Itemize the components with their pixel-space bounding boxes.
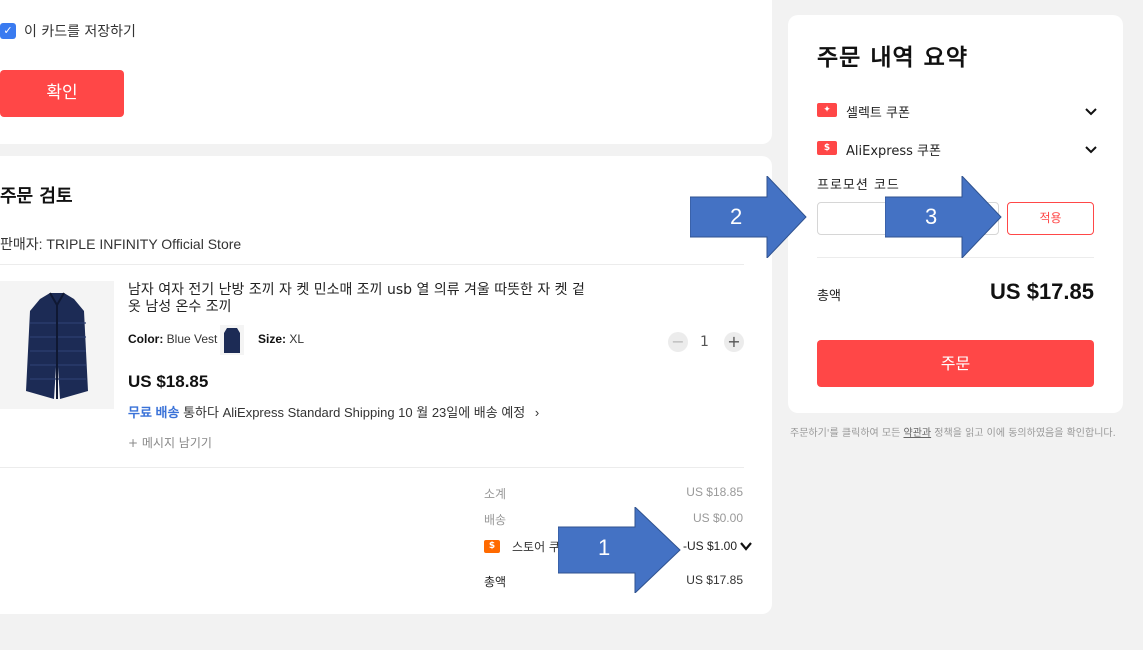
order-summary-title: 주문 내역 요약 [817, 45, 968, 71]
annotation-arrow-1 [558, 507, 681, 593]
store-coupon-icon: $ [484, 540, 500, 553]
terms-link[interactable]: 약관과 [904, 428, 932, 439]
subtotal-value: US $18.85 [686, 485, 743, 499]
select-coupon-icon: ✦ [817, 103, 837, 117]
product-price: US $18.85 [128, 372, 209, 391]
quantity-value: 1 [700, 334, 709, 350]
store-coupon-dropdown[interactable]: -US $1.00 [683, 539, 753, 553]
store-coupon-value: -US $1.00 [683, 539, 738, 553]
shipping-label: 배송 [484, 513, 507, 527]
review-total-value: US $17.85 [686, 573, 743, 587]
apply-promo-button[interactable]: 적용 [1007, 202, 1094, 235]
shipping-text: 통하다 AliExpress Standard Shipping 10 월 23… [183, 405, 526, 420]
chevron-down-icon[interactable] [1083, 142, 1099, 158]
review-total-label: 총액 [484, 575, 507, 589]
terms-prefix: 주문하기'를 클릭하여 모든 [790, 428, 904, 439]
quantity-decrease-button[interactable]: − [668, 332, 688, 352]
chevron-down-icon[interactable] [1083, 104, 1099, 120]
leave-message-link[interactable]: + 메시지 남기기 [128, 434, 212, 451]
seller-name[interactable]: 판매자: TRIPLE INFINITY Official Store [0, 234, 241, 254]
aliexpress-coupon-icon: $ [817, 141, 837, 155]
product-image[interactable] [0, 281, 114, 409]
store-coupon-label: 스토어 쿠 [512, 540, 560, 554]
annotation-label-1: 1 [598, 535, 611, 560]
product-color: Color: Blue Vest [128, 332, 217, 346]
annotation-arrow-2 [690, 176, 807, 258]
confirm-button[interactable]: 확인 [0, 70, 124, 117]
select-coupon-label[interactable]: 셀렉트 쿠폰 [846, 102, 910, 121]
color-value: Blue Vest [166, 332, 218, 346]
subtotal-label: 소계 [484, 487, 507, 501]
divider [0, 264, 744, 265]
order-review-title: 주문 검토 [0, 186, 73, 207]
aliexpress-coupon-label[interactable]: AliExpress 쿠폰 [846, 140, 941, 159]
place-order-button[interactable]: 주문 [817, 340, 1094, 387]
shipping-info[interactable]: 무료 배송 통하다 AliExpress Standard Shipping 1… [128, 402, 539, 421]
shipping-value: US $0.00 [692, 511, 743, 525]
size-value: XL [289, 332, 305, 346]
chevron-right-icon: › [534, 405, 540, 420]
annotation-label-3: 3 [925, 204, 938, 229]
color-thumbnail [220, 325, 244, 355]
terms-suffix: 정책을 읽고 이에 동의하였음을 확인합니다. [931, 428, 1116, 439]
product-title[interactable]: 남자 여자 전기 난방 조끼 자 켓 민소매 조끼 usb 열 의류 겨울 따뜻… [128, 282, 588, 316]
divider [0, 467, 744, 468]
summary-total-label: 총액 [817, 289, 841, 304]
free-shipping-label: 무료 배송 [128, 405, 180, 420]
color-label: Color: [128, 332, 164, 346]
save-card-label: 이 카드를 저장하기 [24, 24, 136, 40]
product-size: Size: XL [258, 332, 304, 346]
summary-total-value: US $17.85 [990, 279, 1094, 304]
annotation-label-2: 2 [730, 204, 743, 229]
terms-notice: 주문하기'를 클릭하여 모든 약관과 정책을 읽고 이에 동의하였음을 확인합니… [790, 428, 1120, 440]
quantity-increase-button[interactable]: + [724, 332, 744, 352]
annotation-arrow-3 [885, 176, 1002, 258]
size-label: Size: [258, 332, 287, 346]
chevron-down-icon [740, 542, 753, 551]
save-card-checkbox[interactable]: ✓ [0, 23, 16, 39]
